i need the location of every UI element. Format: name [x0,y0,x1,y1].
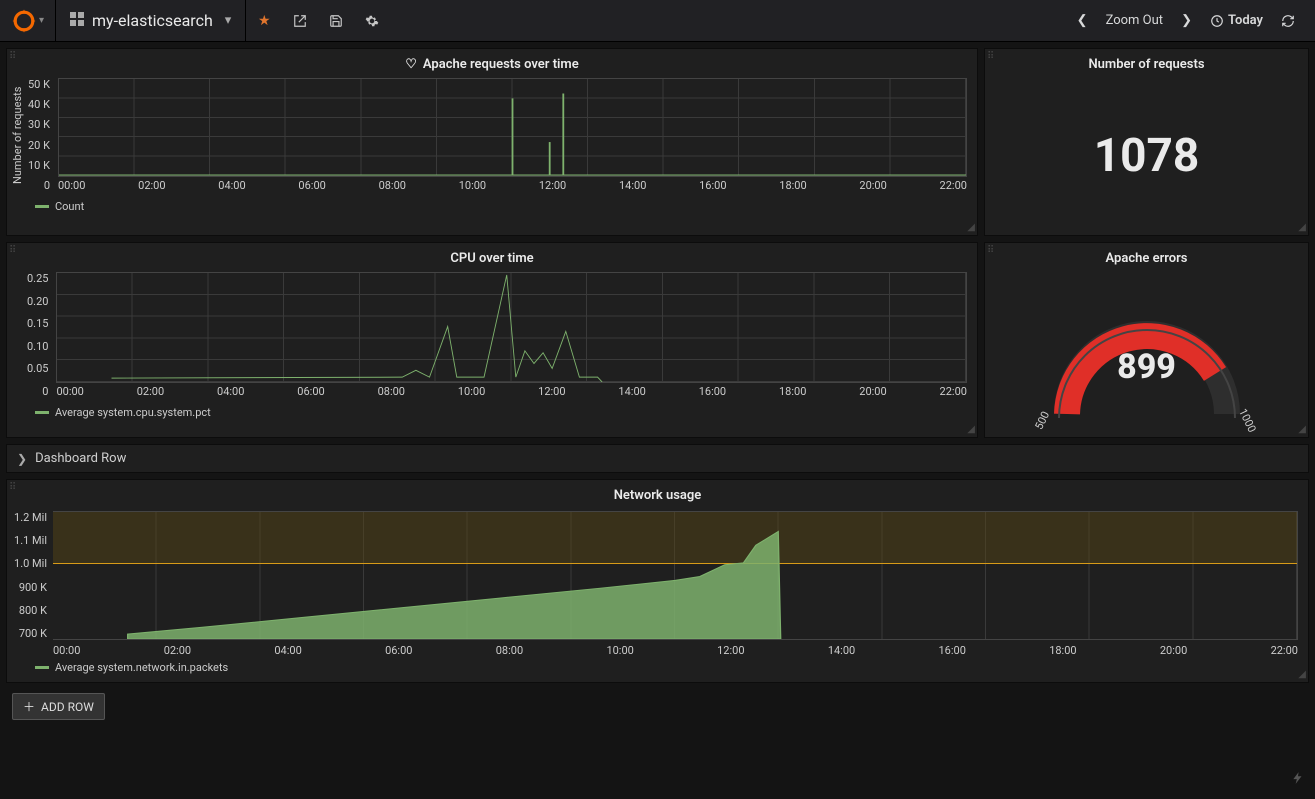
collapsed-row-label: Dashboard Row [35,451,126,466]
y-axis-label: Number of requests [11,78,24,192]
y-axis-ticks: 1.2 Mil1.1 Mil1.0 Mil900 K800 K700 K [7,511,53,640]
time-picker-group: ❮ Zoom Out ❯ Today [1071,0,1315,41]
collapsed-row-toggle[interactable]: ❯ Dashboard Row [6,444,1309,473]
panel-apache-errors[interactable]: ⠿ ◢ Apache errors 899 500 1000 [984,242,1309,438]
panel-title: ♡ Apache requests over time [7,49,977,76]
y-axis-ticks: 50 K40 K30 K20 K10 K0 [28,78,54,192]
chart-plot-area[interactable] [56,272,967,383]
legend-label: Average system.cpu.system.pct [55,406,211,419]
time-range-label: Today [1228,13,1263,28]
resize-handle-icon[interactable]: ◢ [967,222,975,233]
dashboard-body: ⠿ ◢ ♡ Apache requests over time Number of… [0,42,1315,726]
drag-handle-icon[interactable]: ⠿ [9,51,16,62]
dashboard-icon [70,11,84,30]
time-back-button[interactable]: ❮ [1071,13,1094,28]
x-axis-ticks: 00:0002:0004:0006:0008:0010:0012:0014:00… [7,642,1308,657]
gauge: 899 500 1000 [985,270,1308,437]
zoom-out-button[interactable]: Zoom Out [1100,13,1169,28]
chart-legend[interactable]: Count [7,196,977,221]
resize-handle-icon[interactable]: ◢ [1298,669,1306,680]
drag-handle-icon[interactable]: ⠿ [987,245,994,256]
save-button[interactable] [318,14,354,28]
add-row-label: ADD ROW [41,700,94,714]
resize-handle-icon[interactable]: ◢ [967,424,975,435]
time-forward-button[interactable]: ❯ [1175,13,1198,28]
chart-legend[interactable]: Average system.cpu.system.pct [7,402,977,427]
panel-title: Network usage [7,480,1308,507]
chart-legend[interactable]: Average system.network.in.packets [7,657,1308,682]
x-axis-ticks: 00:0002:0004:0006:0008:0010:0012:0014:00… [56,383,967,398]
settings-button[interactable] [354,14,390,28]
panel-title: CPU over time [7,243,977,270]
y-axis-ticks: 0.250.200.150.100.050 [27,272,52,398]
grafana-logo[interactable]: ▾ [0,0,56,41]
x-axis-ticks: 00:0002:0004:0006:0008:0010:0012:0014:00… [58,177,967,192]
refresh-button[interactable] [1275,14,1301,28]
chevron-right-icon: ❯ [17,452,27,466]
heart-icon: ♡ [405,57,417,72]
gauge-value: 899 [1117,347,1176,387]
dashboard-picker[interactable]: my-elasticsearch ▾ [56,0,246,41]
panel-network-usage[interactable]: ⠿ ◢ Network usage 1.2 Mil1.1 Mil1.0 Mil9… [6,479,1309,683]
panel-apache-requests[interactable]: ⠿ ◢ ♡ Apache requests over time Number of… [6,48,978,236]
add-row-button[interactable]: ＋ ADD ROW [12,693,105,720]
legend-label: Average system.network.in.packets [55,661,228,674]
time-range-picker[interactable]: Today [1204,13,1269,28]
plus-icon: ＋ [23,698,35,715]
chart-plot-area[interactable] [58,78,967,177]
legend-swatch [35,411,49,414]
resize-handle-icon[interactable]: ◢ [1298,222,1306,233]
panel-title-text: Number of requests [1088,57,1204,72]
panel-number-of-requests[interactable]: ⠿ ◢ Number of requests 1078 [984,48,1309,236]
dashboard-title: my-elasticsearch [92,11,213,30]
singlestat-value: 1078 [985,76,1308,235]
panel-title-text: CPU over time [450,251,533,266]
caret-down-icon: ▾ [225,13,232,28]
chart-plot-area[interactable] [53,511,1298,640]
top-navbar: ▾ my-elasticsearch ▾ ★ ❮ Zoom Out ❯ Toda… [0,0,1315,42]
star-button[interactable]: ★ [246,13,282,29]
panel-title: Apache errors [985,243,1308,270]
nav-action-group: ★ [246,0,390,41]
panel-title-text: Apache errors [1106,251,1188,266]
drag-handle-icon[interactable]: ⠿ [987,51,994,62]
legend-swatch [35,666,49,669]
legend-swatch [35,205,49,208]
bolt-icon[interactable] [1291,771,1305,789]
drag-handle-icon[interactable]: ⠿ [9,482,16,493]
drag-handle-icon[interactable]: ⠿ [9,245,16,256]
share-button[interactable] [282,14,318,28]
panel-cpu-over-time[interactable]: ⠿ ◢ CPU over time 0.250.200.150.100.050 … [6,242,978,438]
legend-label: Count [55,200,84,213]
panel-title-text: Apache requests over time [423,57,579,72]
panel-title-text: Network usage [614,488,702,503]
panel-title: Number of requests [985,49,1308,76]
